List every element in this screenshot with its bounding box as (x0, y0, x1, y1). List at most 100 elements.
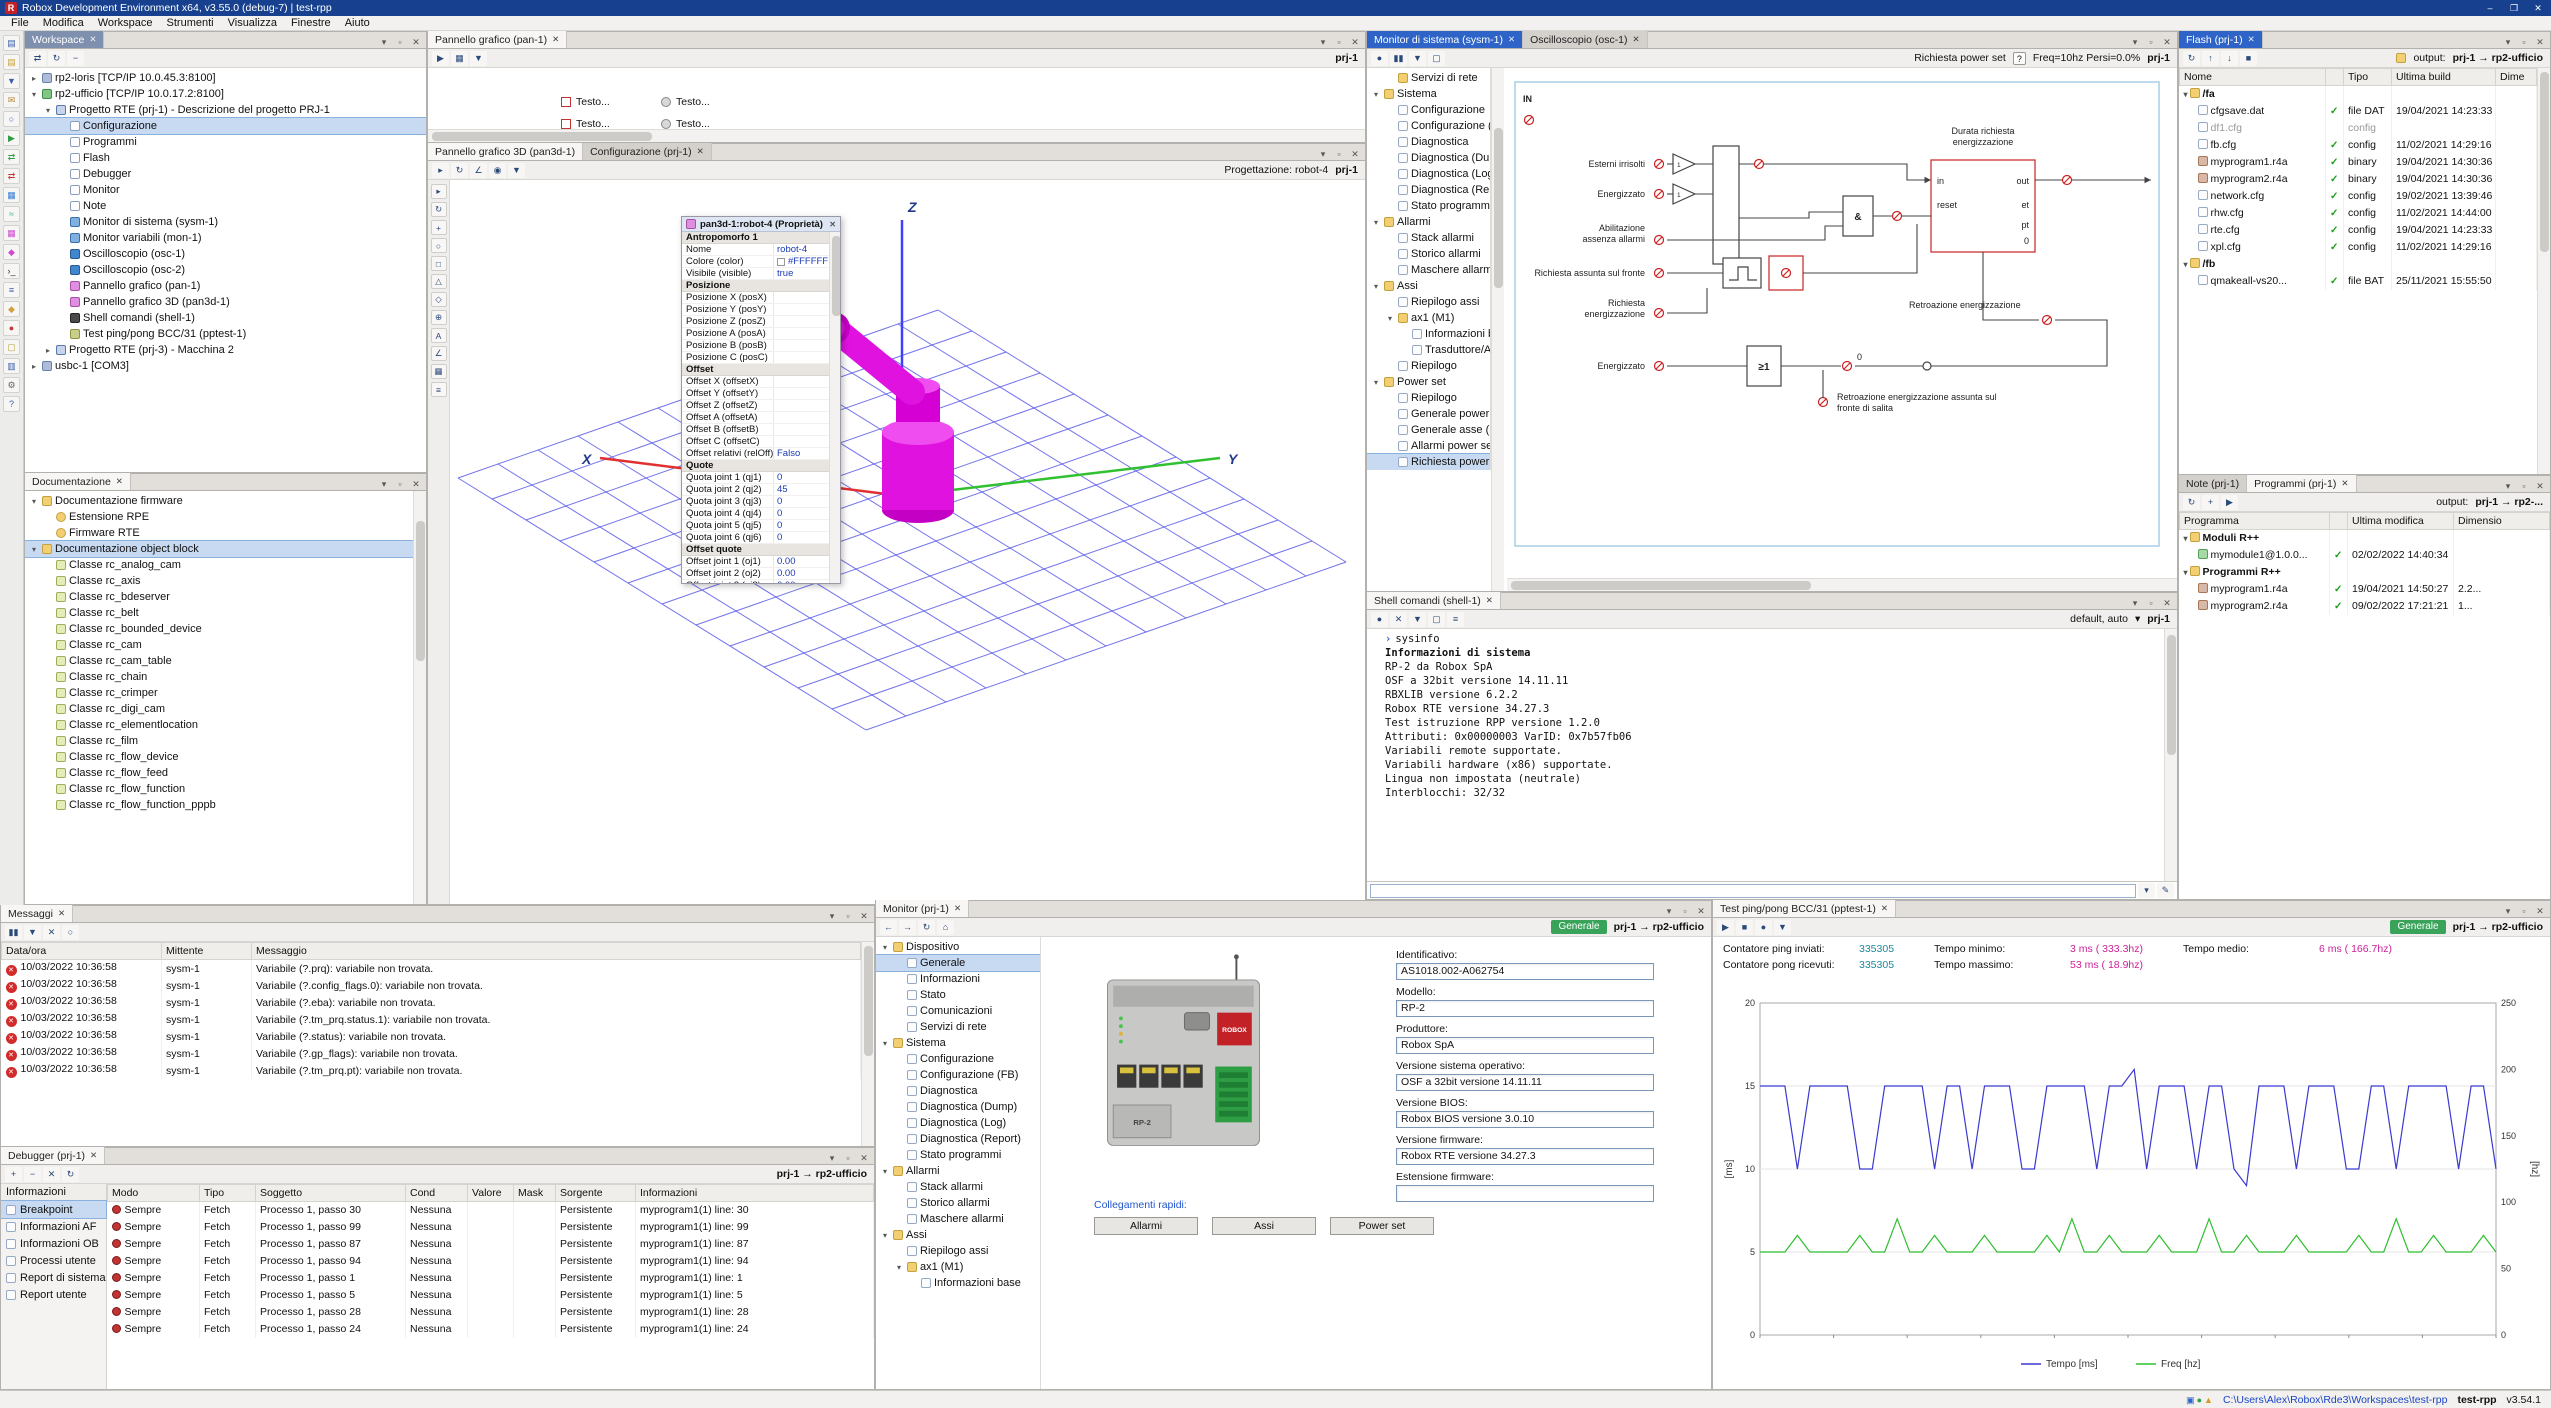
property-quota-joint-2-qj2[interactable]: Quota joint 2 (qj2)45 (682, 484, 829, 496)
tree-item-servizi-di-rete[interactable]: Servizi di rete (1367, 70, 1490, 86)
property-group-antropomorfo-1[interactable]: Antropomorfo 1 (682, 232, 829, 244)
property-offset-a-offseta[interactable]: Offset A (offsetA) (682, 412, 829, 424)
tree-item-stack-allarmi[interactable]: Stack allarmi (876, 1179, 1040, 1195)
expander-icon[interactable]: ▾ (880, 1231, 890, 1240)
table-row[interactable]: SempreFetchProcesso 1, passo 1NessunaPer… (108, 1270, 874, 1287)
expander-icon[interactable]: ▾ (880, 1167, 890, 1176)
tree-item-diagnostica[interactable]: Diagnostica (1367, 134, 1490, 150)
panel-item-testo[interactable]: Testo... (561, 96, 610, 108)
float-icon[interactable]: ▫ (1333, 37, 1345, 48)
tab-debugger-prj-1[interactable]: Debugger (prj-1)✕ (1, 1147, 105, 1164)
property-quota-joint-6-qj6[interactable]: Quota joint 6 (qj6)0 (682, 532, 829, 544)
settings-icon[interactable]: ⚙ (3, 377, 20, 393)
column-header-messaggio[interactable]: Messaggio (252, 943, 861, 960)
float-icon[interactable]: ▫ (842, 1153, 854, 1164)
tree-item-classe-rc-belt[interactable]: Classe rc_belt (25, 605, 413, 621)
tab-programmi-prj-1[interactable]: Programmi (prj-1)✕ (2247, 475, 2356, 492)
tab-messaggi[interactable]: Messaggi✕ (1, 905, 73, 922)
refresh-icon[interactable]: ↻ (48, 51, 65, 66)
print-icon[interactable]: ≡ (1447, 612, 1464, 627)
tree-item-stato-programmi[interactable]: Stato programmi (1367, 198, 1490, 214)
close-panel-icon[interactable]: ✕ (858, 911, 870, 922)
expander-icon[interactable]: ▸ (43, 346, 53, 355)
tree-item-classe-rc-cam-table[interactable]: Classe rc_cam_table (25, 653, 413, 669)
tree-item-debugger[interactable]: Debugger (25, 166, 426, 182)
tree-item-classe-rc-crimper[interactable]: Classe rc_crimper (25, 685, 413, 701)
tab-configurazione-prj-1[interactable]: Configurazione (prj-1)✕ (583, 143, 712, 160)
table-row[interactable]: rte.cfg✓config19/04/2021 14:23:33 (2180, 222, 2537, 239)
tree-item-configurazione-fb[interactable]: Configurazione (FB) (1367, 118, 1490, 134)
window-menu-icon[interactable]: ▾ (1663, 906, 1675, 917)
tree-item-progetto-rte-prj-1-descrizione-del-progetto-prj-1[interactable]: ▾Progetto RTE (prj-1) - Descrizione del … (25, 102, 426, 118)
window-menu-icon[interactable]: ▾ (1317, 37, 1329, 48)
tree-item-maschere-allarmi[interactable]: Maschere allarmi (876, 1211, 1040, 1227)
tree-item-stato-programmi[interactable]: Stato programmi (876, 1147, 1040, 1163)
tree-item-generale[interactable]: Generale (876, 955, 1040, 971)
table-row[interactable]: ▾Moduli R++ (2180, 530, 2550, 547)
settings-icon[interactable]: ≡ (431, 382, 447, 397)
property-offset-x-offsetx[interactable]: Offset X (offsetX) (682, 376, 829, 388)
property-posizione-c-posc[interactable]: Posizione C (posC) (682, 352, 829, 364)
build-icon[interactable]: ▶ (3, 130, 20, 146)
float-icon[interactable]: ▫ (394, 37, 406, 48)
forward-icon[interactable]: → (899, 920, 916, 935)
back-icon[interactable]: ← (880, 920, 897, 935)
macro-icon[interactable]: ✎ (2157, 883, 2174, 898)
tab-monitor-di-sistema-sysm-1[interactable]: Monitor di sistema (sysm-1)✕ (1367, 31, 1523, 48)
record-icon[interactable]: ● (1371, 612, 1388, 627)
top-view-icon[interactable]: △ (431, 274, 447, 289)
close-panel-icon[interactable]: ✕ (1349, 37, 1361, 48)
clear-icon[interactable]: ✕ (43, 1167, 60, 1182)
tree-item-usbc-1-com3[interactable]: ▸usbc-1 [COM3] (25, 358, 426, 374)
panel-item-testo[interactable]: Testo... (561, 118, 610, 130)
tab-pannello-grafico-3d-pan3d-1[interactable]: Pannello grafico 3D (pan3d-1) (428, 143, 583, 160)
tree-item-riepilogo[interactable]: Riepilogo (1367, 358, 1490, 374)
pause-icon[interactable]: ▮▮ (5, 925, 22, 940)
tree-item-configurazione[interactable]: Configurazione (1367, 102, 1490, 118)
search-icon[interactable]: ○ (3, 111, 20, 127)
column-header-valore[interactable]: Valore (468, 1185, 514, 1202)
history-icon[interactable]: ▾ (2138, 883, 2155, 898)
float-icon[interactable]: ▫ (394, 479, 406, 490)
tree-item-richiesta-power-set[interactable]: Richiesta power set (1367, 454, 1490, 470)
close-panel-icon[interactable]: ✕ (410, 479, 422, 490)
menu-file[interactable]: File (4, 16, 36, 31)
property-nome[interactable]: Nomerobot-4 (682, 244, 829, 256)
run-icon[interactable]: ▶ (432, 51, 449, 66)
variables-icon[interactable]: ≡ (3, 282, 20, 298)
graphic-panel-icon[interactable]: ▦ (3, 225, 20, 241)
orbit-icon[interactable]: ↻ (451, 163, 468, 178)
monitor-icon[interactable]: ▦ (3, 187, 20, 203)
debugger-view-report-utente[interactable]: Report utente (1, 1286, 106, 1303)
tree-item-informazioni[interactable]: Informazioni (876, 971, 1040, 987)
upload-icon[interactable]: ↑ (2202, 51, 2219, 66)
tree-item-rp2-ufficio-tcp-ip-10-0-17-2-8100[interactable]: ▾rp2-ufficio [TCP/IP 10.0.17.2:8100] (25, 86, 426, 102)
table-row[interactable]: xpl.cfg✓config11/02/2021 14:29:16 (2180, 239, 2537, 256)
debugger-view-processi-utente[interactable]: Processi utente (1, 1252, 106, 1269)
tree-item-classe-rc-flow-feed[interactable]: Classe rc_flow_feed (25, 765, 413, 781)
table-row[interactable]: ✕10/03/2022 10:36:58sysm-1Variabile (?.p… (2, 960, 861, 978)
add-breakpoint-icon[interactable]: + (5, 1167, 22, 1182)
tree-item-storico-allarmi[interactable]: Storico allarmi (1367, 246, 1490, 262)
shell-output[interactable]: ›sysinfoInformazioni di sistemaRP-2 da R… (1367, 629, 2177, 899)
table-row[interactable]: SempreFetchProcesso 1, passo 5NessunaPer… (108, 1287, 874, 1304)
float-icon[interactable]: ▫ (2518, 906, 2530, 917)
close-panel-icon[interactable]: ✕ (2534, 481, 2546, 492)
tree-item-flash[interactable]: Flash (25, 150, 426, 166)
close-panel-icon[interactable]: ✕ (2534, 906, 2546, 917)
pause-icon[interactable]: ▮▮ (1390, 51, 1407, 66)
expander-icon[interactable]: ▾ (29, 497, 39, 506)
window-menu-icon[interactable]: ▾ (2502, 906, 2514, 917)
field-value-estensione-firmware[interactable] (1396, 1185, 1654, 1202)
tree-item-firmware-rte[interactable]: Firmware RTE (25, 525, 413, 541)
expander-icon[interactable]: ▸ (29, 362, 39, 371)
tree-item-classe-rc-analog-cam[interactable]: Classe rc_analog_cam (25, 557, 413, 573)
menu-aiuto[interactable]: Aiuto (338, 16, 377, 31)
help-icon[interactable]: ? (3, 396, 20, 412)
float-icon[interactable]: ▫ (2518, 37, 2530, 48)
tree-item-riepilogo-assi[interactable]: Riepilogo assi (876, 1243, 1040, 1259)
tree-item-configurazione[interactable]: Configurazione (25, 118, 426, 134)
tab-close-icon[interactable]: ✕ (552, 34, 559, 45)
expander-icon[interactable]: ▾ (1371, 90, 1381, 99)
close-panel-icon[interactable]: ✕ (410, 37, 422, 48)
